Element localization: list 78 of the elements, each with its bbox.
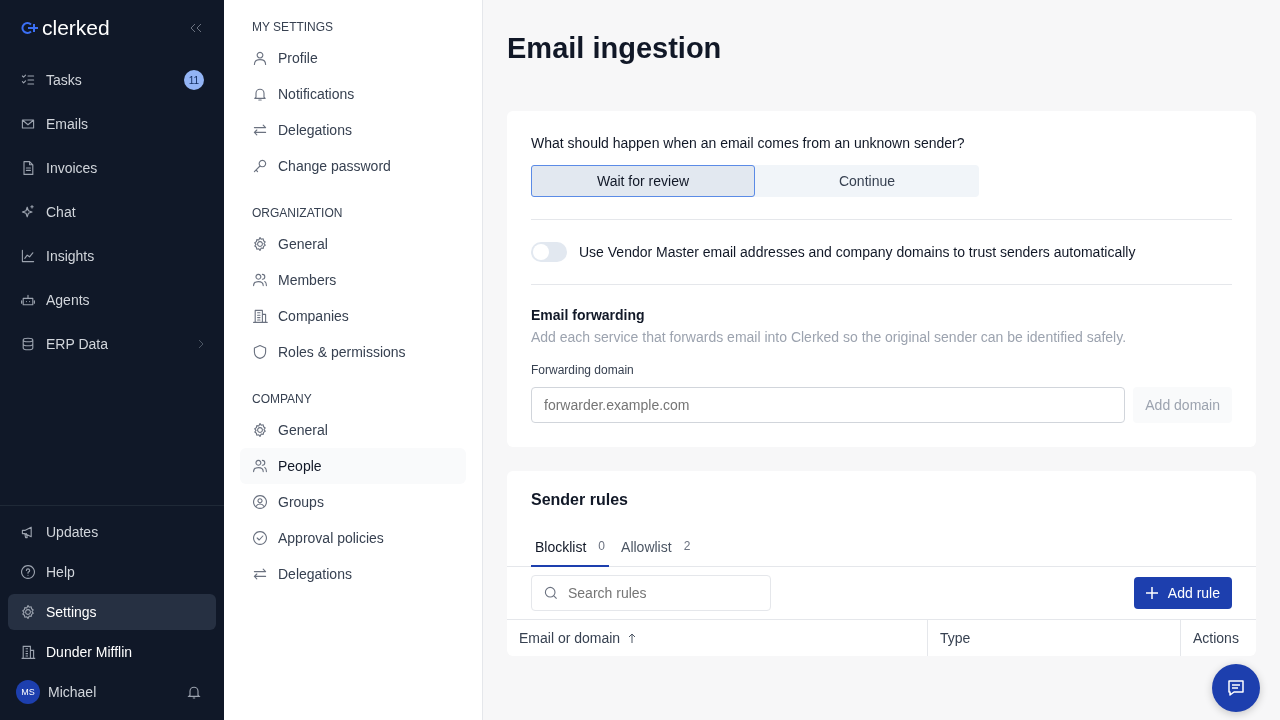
help-icon bbox=[20, 564, 36, 580]
section-heading: ORGANIZATION bbox=[251, 205, 344, 222]
settings-nav-item[interactable]: Change password bbox=[240, 148, 466, 184]
option-button[interactable]: Continue bbox=[755, 165, 979, 197]
settings-nav-item[interactable]: General bbox=[240, 412, 466, 448]
list-tab[interactable]: Allowlist 2 bbox=[617, 529, 695, 567]
sidebar-item[interactable]: Updates bbox=[8, 514, 216, 550]
section-title: Email forwarding bbox=[531, 307, 646, 323]
section-heading: COMPANY bbox=[251, 391, 313, 408]
shield-icon bbox=[252, 344, 268, 360]
sidebar-item[interactable]: Settings bbox=[8, 594, 216, 630]
tasks-icon bbox=[20, 72, 36, 88]
settings-nav-item[interactable]: Approval policies bbox=[240, 520, 466, 556]
option-button[interactable]: Wait for review bbox=[531, 165, 755, 197]
question-text: What should happen when an email comes from an unknown sender? bbox=[531, 135, 966, 151]
key-icon bbox=[252, 158, 268, 174]
envelope-icon bbox=[20, 116, 36, 132]
settings-nav-item[interactable]: Companies bbox=[240, 298, 466, 334]
sort-arrow-icon bbox=[628, 633, 637, 643]
settings-nav-item[interactable]: Groups bbox=[240, 484, 466, 520]
settings-nav-item[interactable]: Roles & permissions bbox=[240, 334, 466, 370]
sidebar-item[interactable]: ERP Data bbox=[8, 326, 216, 362]
field-label: Forwarding domain bbox=[531, 363, 635, 377]
settings-nav-item[interactable]: Delegations bbox=[240, 112, 466, 148]
settings-nav-item[interactable]: Profile bbox=[240, 40, 466, 76]
count-badge: 11 bbox=[184, 70, 204, 90]
gear-icon bbox=[252, 422, 268, 438]
add-rule-button[interactable]: Add rule bbox=[1133, 577, 1232, 609]
building-icon bbox=[252, 308, 268, 324]
sparkles-icon bbox=[20, 204, 36, 220]
settings-nav-item[interactable]: Members bbox=[240, 262, 466, 298]
column-header[interactable]: Type bbox=[928, 620, 1181, 656]
building-icon bbox=[20, 644, 36, 660]
database-icon bbox=[20, 336, 36, 352]
bell-icon bbox=[252, 86, 268, 102]
collapse-icon[interactable] bbox=[190, 23, 202, 33]
page-title: Email ingestion bbox=[507, 32, 723, 65]
company-switcher[interactable]: Dunder Mifflin bbox=[8, 634, 216, 670]
domain-input[interactable]: forwarder.example.com bbox=[531, 387, 1126, 423]
user-avatar[interactable]: MS bbox=[16, 680, 40, 704]
sidebar-item[interactable]: Agents bbox=[8, 282, 216, 318]
bell-icon[interactable] bbox=[186, 684, 202, 700]
line-chart-icon bbox=[20, 248, 36, 264]
chat-button[interactable] bbox=[1212, 664, 1260, 712]
column-header[interactable]: Email or domain bbox=[507, 620, 928, 656]
users-icon bbox=[252, 458, 268, 474]
plus-icon bbox=[1145, 587, 1158, 599]
arrows-icon bbox=[252, 566, 268, 582]
user-icon bbox=[252, 50, 268, 66]
settings-nav-item[interactable]: Delegations bbox=[240, 556, 466, 592]
message-icon bbox=[1226, 678, 1246, 698]
users-icon bbox=[252, 272, 268, 288]
toggle-label: Use Vendor Master email addresses and company domains to trust senders automatically bbox=[579, 244, 1136, 260]
settings-nav-item[interactable]: Notifications bbox=[240, 76, 466, 112]
user-name: Michael bbox=[48, 684, 98, 700]
sidebar-item[interactable]: Invoices bbox=[8, 150, 216, 186]
sidebar-item[interactable]: Insights bbox=[8, 238, 216, 274]
gear-icon bbox=[252, 236, 268, 252]
logo-icon bbox=[20, 21, 40, 35]
sidebar-item[interactable]: Help bbox=[8, 554, 216, 590]
search-icon bbox=[543, 585, 559, 601]
settings-nav-item[interactable]: General bbox=[240, 226, 466, 262]
sidebar-item[interactable]: Emails bbox=[8, 106, 216, 142]
settings-nav-item[interactable]: People bbox=[240, 448, 466, 484]
document-icon bbox=[20, 160, 36, 176]
arrows-icon bbox=[252, 122, 268, 138]
sidebar-item[interactable]: Chat bbox=[8, 194, 216, 230]
sidebar-item[interactable]: Tasks 11 bbox=[8, 62, 216, 98]
robot-icon bbox=[20, 292, 36, 308]
search-field[interactable]: Search rules bbox=[531, 575, 771, 611]
toggle-switch[interactable] bbox=[531, 242, 567, 262]
column-header[interactable]: Actions bbox=[1181, 620, 1256, 656]
section-description: Add each service that forwards email into Clerked so the original sender can be identified safely. bbox=[531, 329, 1128, 345]
settings-icon bbox=[20, 604, 36, 620]
section-heading: MY SETTINGS bbox=[251, 19, 335, 36]
card-title: Sender rules bbox=[530, 491, 629, 509]
brand-name: clerked bbox=[42, 16, 110, 40]
list-tab[interactable]: Blocklist 0 bbox=[531, 529, 610, 567]
